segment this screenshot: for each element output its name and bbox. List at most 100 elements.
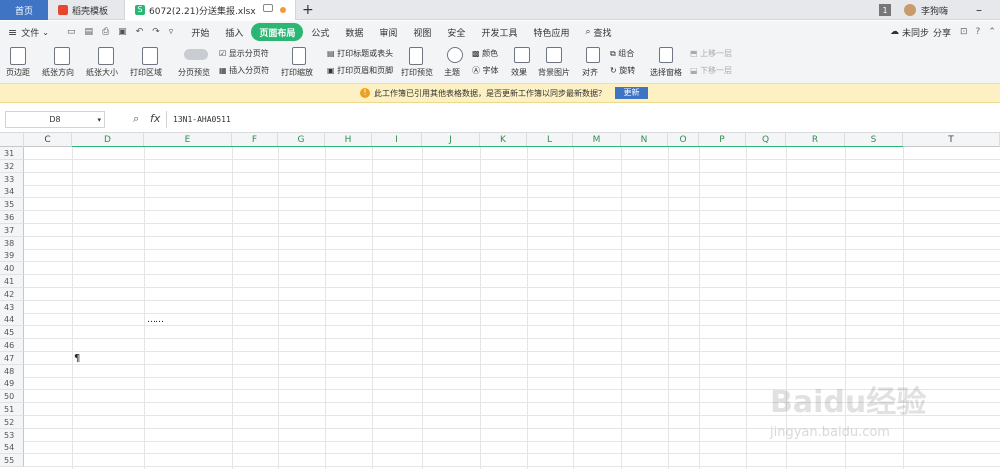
tab-daoke-templates[interactable]: 稻壳模板: [48, 0, 122, 20]
selection-pane-button[interactable]: 选择窗格: [650, 67, 682, 78]
column-header-c[interactable]: C: [24, 133, 72, 147]
orientation-icon[interactable]: [54, 47, 70, 65]
print-preview-button[interactable]: 打印预览: [401, 67, 433, 78]
column-header-o[interactable]: O: [668, 133, 699, 147]
theme-button[interactable]: 主题: [444, 67, 460, 78]
help-icon[interactable]: ?: [976, 27, 981, 37]
zoom-icon[interactable]: ⌕: [133, 112, 139, 126]
menu-security[interactable]: 安全: [439, 23, 473, 41]
new-tab-button[interactable]: +: [302, 0, 314, 20]
row-header-50[interactable]: 50: [0, 390, 24, 403]
undo-icon[interactable]: ↶: [136, 27, 144, 37]
column-header-m[interactable]: M: [573, 133, 621, 147]
file-menu[interactable]: ≡ 文件 ⌄: [0, 23, 57, 41]
menu-insert[interactable]: 插入: [217, 23, 251, 41]
show-page-breaks-checkbox[interactable]: ☑ 显示分页符: [219, 48, 269, 59]
group-button[interactable]: ⧉ 组合: [610, 48, 634, 59]
minimize-button[interactable]: –: [976, 0, 982, 20]
row-header-52[interactable]: 52: [0, 416, 24, 429]
row-header-35[interactable]: 35: [0, 198, 24, 211]
menu-start[interactable]: 开始: [183, 23, 217, 41]
row-header-55[interactable]: 55: [0, 454, 24, 467]
customize-toolbar-icon[interactable]: ▿: [169, 27, 174, 37]
print-area-button[interactable]: 打印区域: [130, 67, 162, 78]
theme-icon[interactable]: [447, 47, 463, 63]
header-footer-button[interactable]: ▣ 打印页眉和页脚: [327, 65, 393, 76]
paper-size-icon[interactable]: [98, 47, 114, 65]
cell-e44[interactable]: ……: [147, 315, 164, 325]
save-icon[interactable]: ▭: [67, 27, 76, 37]
selection-pane-icon[interactable]: [659, 47, 673, 63]
margin-icon[interactable]: [10, 47, 26, 65]
column-header-n[interactable]: N: [621, 133, 668, 147]
row-header-36[interactable]: 36: [0, 211, 24, 224]
column-header-t[interactable]: T: [903, 133, 1000, 147]
row-header-46[interactable]: 46: [0, 339, 24, 352]
send-backward-button[interactable]: ⬓ 下移一层: [690, 65, 732, 76]
row-header-31[interactable]: 31: [0, 147, 24, 160]
cell-d47[interactable]: ¶: [74, 353, 80, 364]
column-header-p[interactable]: P: [699, 133, 746, 147]
row-header-32[interactable]: 32: [0, 160, 24, 173]
sheet-grid[interactable]: 31 32 33 34 35 36 37 38 39 40 41 42 43 44 45 46 47 48 49 50…: [0, 147, 1000, 469]
row-header-40[interactable]: 40: [0, 262, 24, 275]
align-icon[interactable]: [586, 47, 600, 63]
insert-page-break-button[interactable]: ▦ 插入分页符: [219, 65, 269, 76]
column-header-f[interactable]: F: [232, 133, 278, 147]
monitor-icon[interactable]: [263, 4, 273, 12]
print-preview-icon[interactable]: ▣: [118, 27, 127, 37]
column-header-i[interactable]: I: [372, 133, 422, 147]
menu-page-layout[interactable]: 页面布局: [251, 23, 304, 41]
column-header-q[interactable]: Q: [746, 133, 786, 147]
column-header-e[interactable]: E: [144, 133, 232, 147]
background-image-button[interactable]: 背景图片: [538, 67, 570, 78]
page-break-preview-button[interactable]: 分页预览: [178, 67, 210, 78]
column-header-k[interactable]: K: [480, 133, 527, 147]
export-pdf-icon[interactable]: ▤: [84, 27, 93, 37]
tab-file[interactable]: S 6072(2.21)分送集报.xlsx: [124, 0, 296, 20]
fonts-button[interactable]: Ⓐ 字体: [472, 65, 499, 76]
select-all-corner[interactable]: [0, 133, 24, 147]
row-header-39[interactable]: 39: [0, 249, 24, 262]
insert-function-button[interactable]: fx: [150, 112, 160, 125]
column-header-l[interactable]: L: [527, 133, 573, 147]
colors-button[interactable]: ▩ 颜色: [472, 48, 498, 59]
row-header-47[interactable]: 47: [0, 352, 24, 365]
row-header-37[interactable]: 37: [0, 224, 24, 237]
row-header-41[interactable]: 41: [0, 275, 24, 288]
menu-formulas[interactable]: 公式: [303, 23, 337, 41]
column-header-j[interactable]: J: [422, 133, 480, 147]
unsaved-dot-icon[interactable]: [280, 7, 286, 13]
effects-button[interactable]: 效果: [511, 67, 527, 78]
menu-developer[interactable]: 开发工具: [473, 23, 525, 41]
print-preview-icon[interactable]: [409, 47, 423, 65]
column-header-s[interactable]: S: [845, 133, 903, 147]
redo-icon[interactable]: ↷: [152, 27, 160, 37]
menu-search[interactable]: ⌕ 查找: [577, 23, 619, 41]
bring-forward-button[interactable]: ⬒ 上移一层: [690, 48, 732, 59]
column-header-d[interactable]: D: [72, 133, 144, 147]
row-header-44[interactable]: 44: [0, 313, 24, 326]
menu-review[interactable]: 审阅: [371, 23, 405, 41]
more-icon[interactable]: ⌃: [988, 27, 996, 37]
margin-button[interactable]: 页边距: [6, 67, 30, 78]
row-header-54[interactable]: 54: [0, 441, 24, 454]
row-header-42[interactable]: 42: [0, 288, 24, 301]
background-image-icon[interactable]: [546, 47, 562, 63]
menu-data[interactable]: 数据: [337, 23, 371, 41]
print-area-icon[interactable]: [142, 47, 158, 65]
orientation-button[interactable]: 纸张方向: [42, 67, 74, 78]
print-scale-button[interactable]: 打印缩放: [281, 67, 313, 78]
row-header-49[interactable]: 49: [0, 377, 24, 390]
effects-icon[interactable]: [514, 47, 530, 63]
user-menu[interactable]: 李狗嗨: [904, 0, 948, 20]
row-header-34[interactable]: 34: [0, 185, 24, 198]
window-count-badge[interactable]: 1: [879, 4, 891, 16]
rotate-button[interactable]: ↻ 旋转: [610, 65, 635, 76]
formula-input[interactable]: 13N1-AHA0511: [166, 111, 1000, 128]
column-header-g[interactable]: G: [278, 133, 325, 147]
skin-icon[interactable]: ⊡: [960, 27, 968, 37]
name-box[interactable]: D8 ▾: [5, 111, 105, 128]
column-header-h[interactable]: H: [325, 133, 372, 147]
print-titles-button[interactable]: ▤ 打印标题或表头: [327, 48, 393, 59]
